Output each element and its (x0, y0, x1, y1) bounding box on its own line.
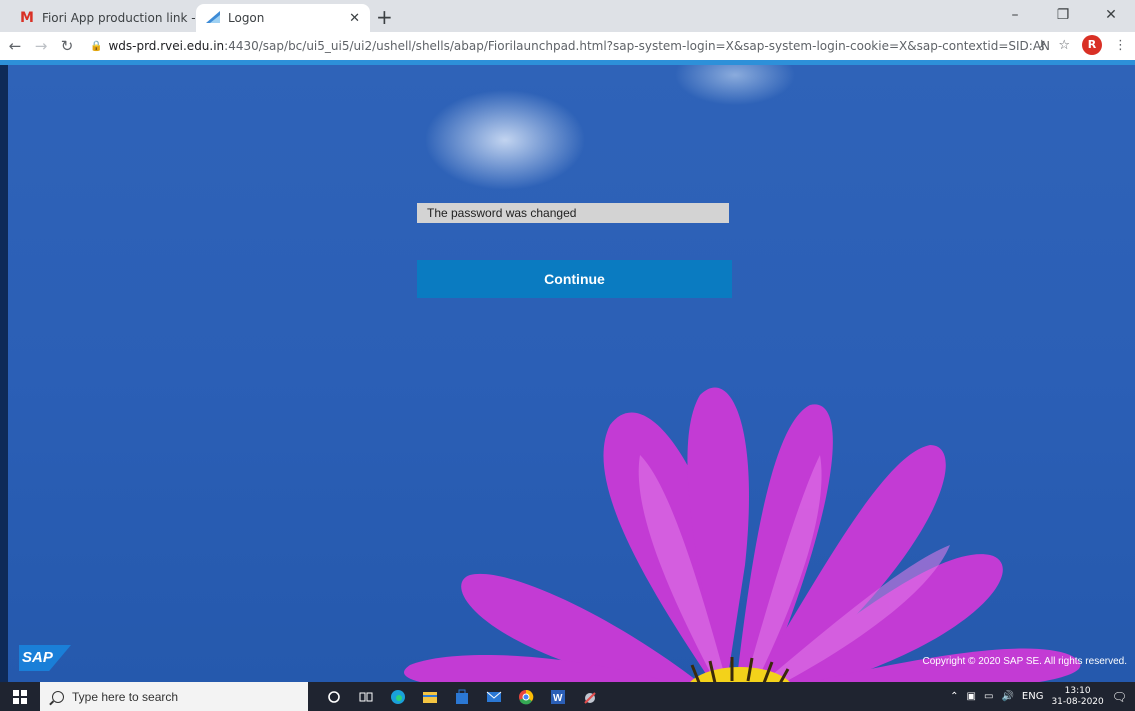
edge-icon[interactable] (382, 682, 414, 711)
tab-fiori-app-label: Fiori App production link - ranga (41, 11, 203, 25)
tab-logon-close-icon[interactable]: ✕ (349, 11, 360, 26)
notifications-icon[interactable]: 🗨 (1112, 690, 1127, 704)
task-view-icon[interactable] (350, 682, 382, 711)
cortana-icon[interactable] (318, 682, 350, 711)
flower-image (404, 387, 1081, 682)
taskbar-apps: W (318, 682, 606, 711)
chrome-icon[interactable] (510, 682, 542, 711)
minimize-icon[interactable]: – (991, 0, 1039, 32)
profile-avatar[interactable]: R (1082, 35, 1102, 55)
clock[interactable]: 13:10 31-08-2020 (1051, 686, 1103, 708)
volume-icon[interactable]: 🔊 (1001, 691, 1013, 702)
left-dark-strip (0, 65, 8, 682)
search-icon (52, 690, 64, 703)
copyright-text: Copyright © 2020 SAP SE. All rights rese… (922, 656, 1127, 667)
url-domain: wds-prd.rvei.edu.in (108, 39, 225, 53)
sap-logo: SAP (19, 645, 71, 671)
close-window-icon[interactable]: ✕ (1087, 0, 1135, 32)
snipping-tool-icon[interactable] (574, 682, 606, 711)
sap-logon-background: The password was changed Continue SAP Co… (0, 65, 1135, 682)
battery-icon[interactable]: ▭ (984, 691, 993, 702)
windows-taskbar: Type here to search W ⌃ ▣ ▭ 🔊 ENG 13:10 … (0, 682, 1135, 711)
sap-favicon-icon (206, 10, 220, 26)
taskbar-search-placeholder: Type here to search (72, 689, 179, 704)
url-path: :4430/sap/bc/ui5_ui5/ui2/ushell/shells/a… (224, 39, 1050, 53)
tab-logon-label: Logon (228, 11, 265, 25)
word-icon[interactable]: W (542, 682, 574, 711)
taskbar-search-box[interactable]: Type here to search (40, 682, 308, 711)
toolbar-actions: ⚷ ☆ R ⋮ (1037, 35, 1127, 55)
svg-text:W: W (553, 693, 563, 704)
browser-toolbar: ← → ↻ 🔒 wds-prd.rvei.edu.in :4430/sap/bc… (0, 32, 1135, 60)
network-icon[interactable]: ▣ (967, 691, 976, 702)
address-bar[interactable]: 🔒 wds-prd.rvei.edu.in :4430/sap/bc/ui5_u… (90, 34, 1050, 58)
lock-icon: 🔒 (90, 40, 103, 52)
clock-time: 13:10 (1064, 685, 1091, 696)
file-explorer-icon[interactable] (414, 682, 446, 711)
tab-logon[interactable]: Logon ✕ (196, 4, 370, 32)
clock-date: 31-08-2020 (1051, 696, 1104, 707)
store-icon[interactable] (446, 682, 478, 711)
language-indicator[interactable]: ENG (1022, 691, 1044, 702)
gmail-icon: M (20, 10, 34, 26)
reload-icon[interactable]: ↻ (56, 37, 78, 55)
new-tab-icon[interactable]: + (376, 5, 393, 29)
continue-button[interactable]: Continue (417, 260, 732, 298)
mail-icon[interactable] (478, 682, 510, 711)
browser-tab-strip: M Fiori App production link - ranga ✕ Lo… (0, 0, 1135, 32)
menu-kebab-icon[interactable]: ⋮ (1114, 38, 1127, 53)
star-icon[interactable]: ☆ (1058, 38, 1070, 53)
windows-start-button[interactable] (0, 682, 40, 711)
back-icon[interactable]: ← (4, 37, 26, 55)
restore-icon[interactable]: ❐ (1039, 0, 1087, 32)
forward-icon[interactable]: → (30, 37, 52, 55)
system-tray: ⌃ ▣ ▭ 🔊 ENG 13:10 31-08-2020 🗨 (950, 682, 1127, 711)
window-controls: – ❐ ✕ (991, 0, 1135, 32)
status-message: The password was changed (417, 203, 729, 223)
windows-logo-icon (13, 689, 27, 704)
tray-chevron-icon[interactable]: ⌃ (950, 691, 958, 702)
key-icon[interactable]: ⚷ (1037, 38, 1047, 53)
